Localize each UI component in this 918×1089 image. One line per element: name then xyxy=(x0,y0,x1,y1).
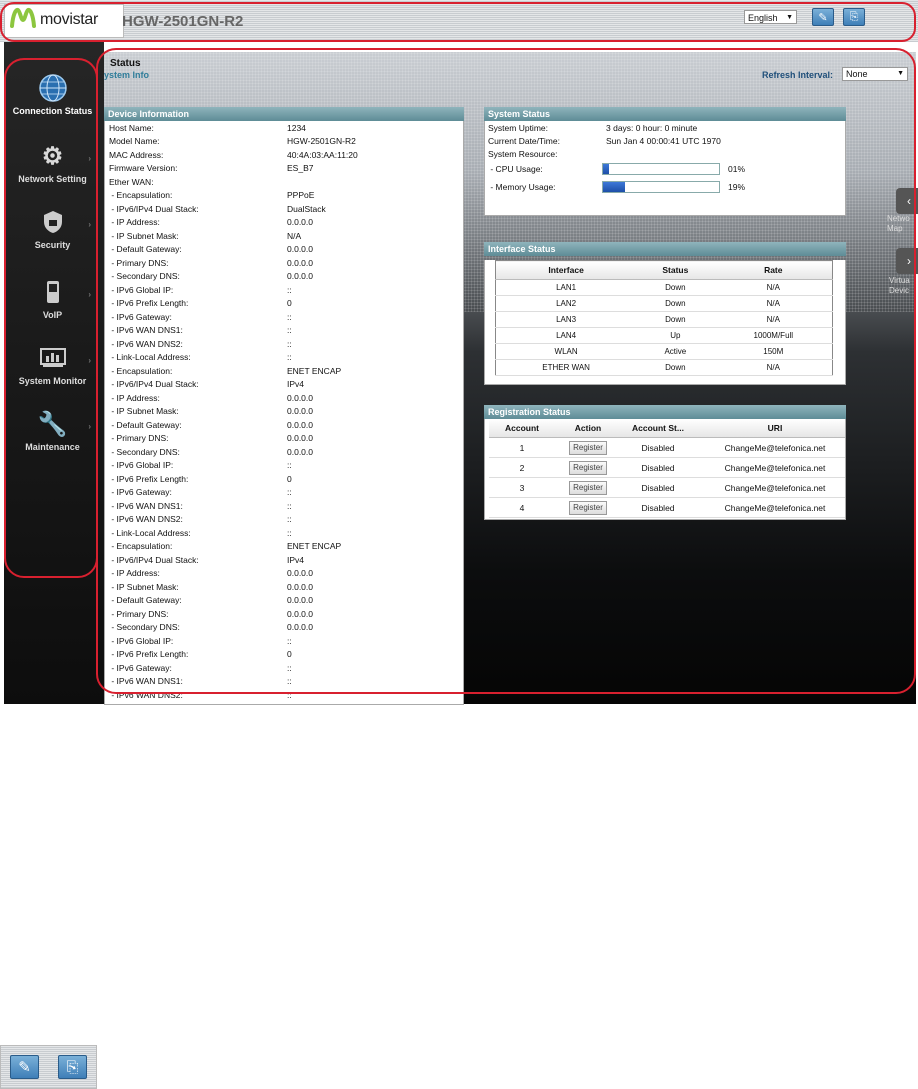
logout-icon: ⎘ xyxy=(66,1058,79,1076)
icon-zoom-detail: ✎ ⎘ xyxy=(0,1045,97,1089)
highlight-sidebar xyxy=(4,58,98,578)
highlight-header xyxy=(0,2,916,42)
magic-wand-icon: ✎ xyxy=(18,1059,31,1076)
wizard-button[interactable]: ✎ xyxy=(10,1055,39,1079)
logout-button[interactable]: ⎘ xyxy=(58,1055,87,1079)
highlight-main xyxy=(96,48,916,694)
